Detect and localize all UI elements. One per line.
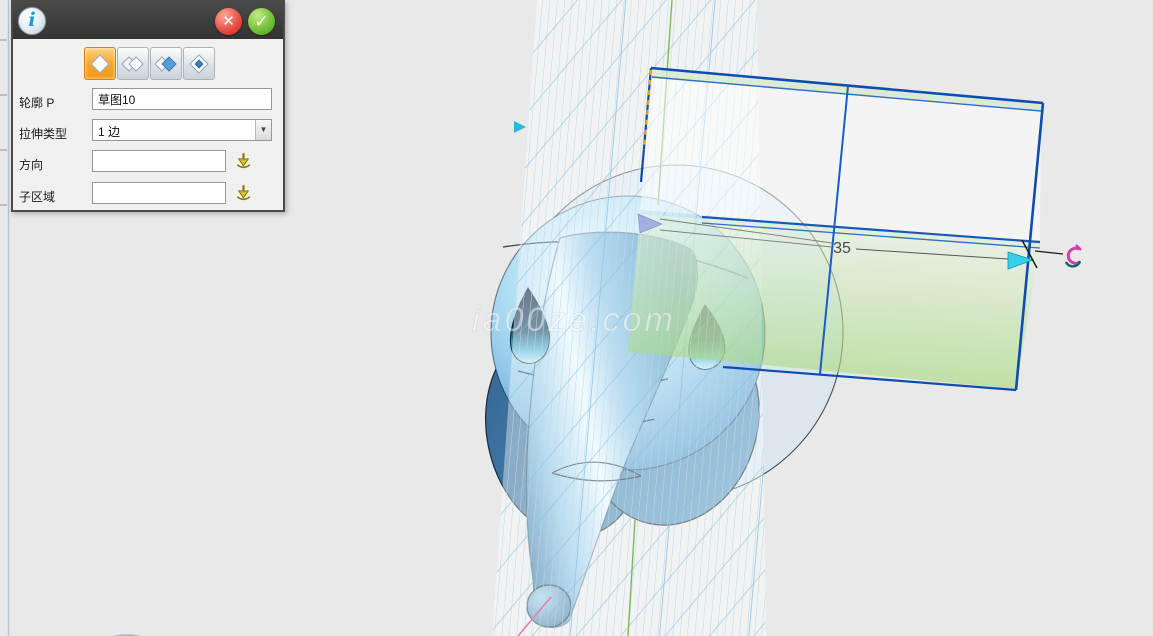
subregion-pick-icon[interactable] xyxy=(234,183,253,202)
extrude-type-value: 1 边 xyxy=(98,123,120,140)
intersect-diamonds-icon xyxy=(187,53,211,75)
cancel-button[interactable]: ✕ xyxy=(215,8,242,35)
extrude-type-select[interactable]: 1 边 ▼ xyxy=(92,119,272,141)
subtract-diamonds-icon xyxy=(154,53,178,75)
confirm-button[interactable]: ✓ xyxy=(248,8,275,35)
info-icon: i xyxy=(18,7,46,35)
extrusion-preview xyxy=(628,68,1043,390)
direction-label: 方向 xyxy=(19,156,43,173)
extrude-type-label: 拉伸类型 xyxy=(19,125,67,142)
direction-pick-icon[interactable] xyxy=(234,151,253,170)
subregion-input[interactable] xyxy=(92,182,226,204)
extrude-dialog: i ✕ ✓ 轮廓 P 拉伸类型 1 边 ▼ 方向 xyxy=(11,0,285,212)
profile-label: 轮廓 P xyxy=(19,94,54,111)
extrude-intersect-button[interactable] xyxy=(183,47,215,80)
dimension-value[interactable]: 35 xyxy=(833,240,851,257)
profile-input[interactable] xyxy=(92,88,272,110)
direction-input[interactable] xyxy=(92,150,226,172)
watermark: ia00ze.com xyxy=(472,301,676,339)
add-diamonds-icon xyxy=(121,53,145,75)
base-diamond-icon xyxy=(88,53,112,75)
chevron-down-icon[interactable]: ▼ xyxy=(255,120,271,140)
extrude-subtract-button[interactable] xyxy=(150,47,182,80)
extrude-add-button[interactable] xyxy=(117,47,149,80)
subregion-label: 子区域 xyxy=(19,188,55,205)
extrude-base-button[interactable] xyxy=(84,47,116,80)
dialog-header: i ✕ ✓ xyxy=(13,2,283,39)
